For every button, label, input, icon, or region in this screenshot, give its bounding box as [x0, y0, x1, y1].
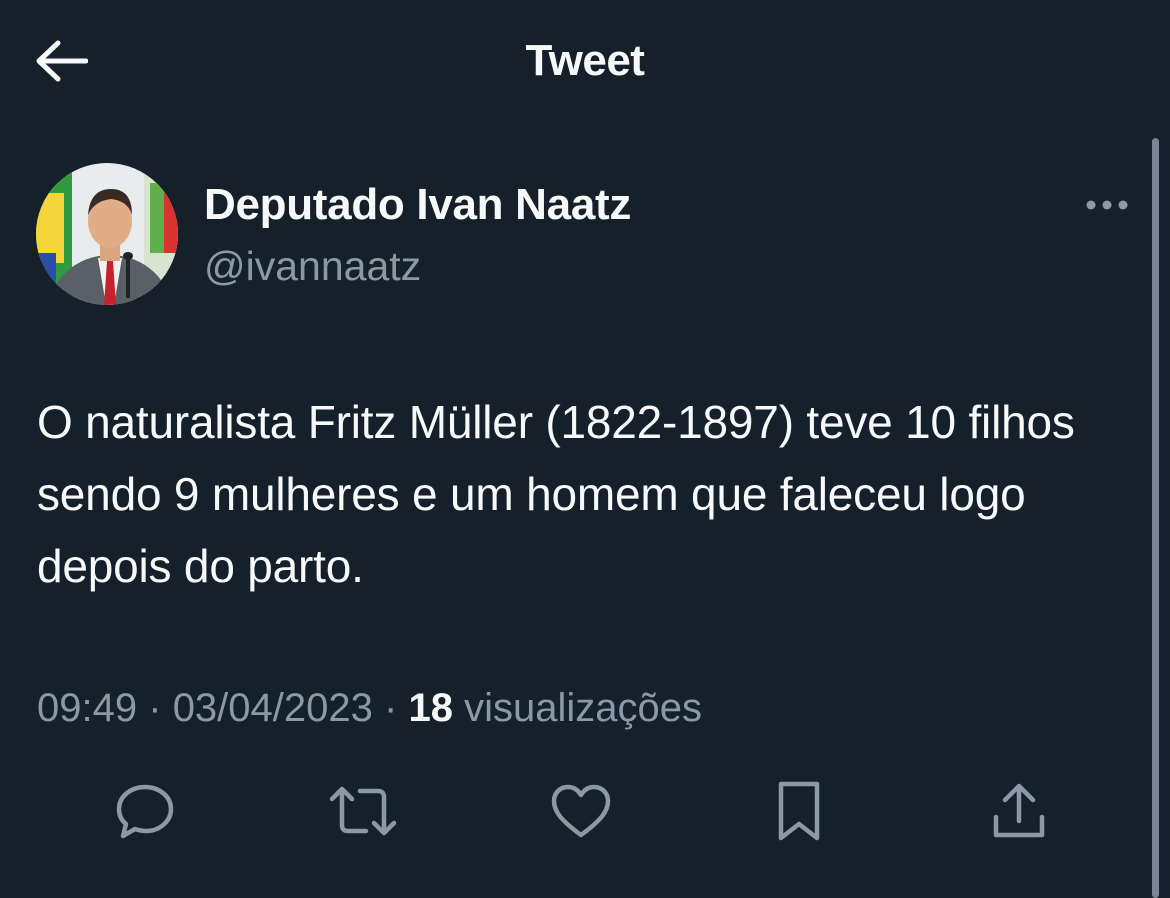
author-handle[interactable]: @ivannaatz [204, 240, 421, 292]
avatar[interactable] [36, 163, 178, 305]
share-icon [993, 783, 1045, 838]
heart-icon [551, 784, 611, 838]
retweet-icon [329, 786, 397, 836]
action-bar [0, 776, 1170, 846]
more-horizontal-icon [1086, 200, 1128, 210]
author-name[interactable]: Deputado Ivan Naatz [204, 178, 631, 232]
tweet-time[interactable]: 09:49 [37, 686, 137, 730]
share-button[interactable] [984, 776, 1054, 846]
retweet-button[interactable] [328, 776, 398, 846]
reply-button[interactable] [110, 776, 180, 846]
bookmark-icon [778, 781, 820, 841]
top-app-bar: Tweet [0, 0, 1170, 120]
page-title: Tweet [525, 36, 645, 85]
tweet-date[interactable]: 03/04/2023 [173, 686, 373, 730]
like-button[interactable] [546, 776, 616, 846]
separator-dot: · [148, 686, 162, 730]
tweet-metadata: 09:49 · 03/04/2023 · 18 visualizações [37, 682, 702, 734]
tweet-text: O naturalista Fritz Müller (1822-1897) t… [37, 396, 1075, 592]
reply-icon [116, 784, 174, 839]
views-count[interactable]: 18 [408, 686, 453, 730]
more-options-button[interactable] [1082, 192, 1132, 218]
profile-photo-avatar [36, 163, 178, 305]
separator-dot: · [384, 686, 398, 730]
bookmark-button[interactable] [764, 776, 834, 846]
views-label[interactable]: visualizações [464, 686, 702, 730]
